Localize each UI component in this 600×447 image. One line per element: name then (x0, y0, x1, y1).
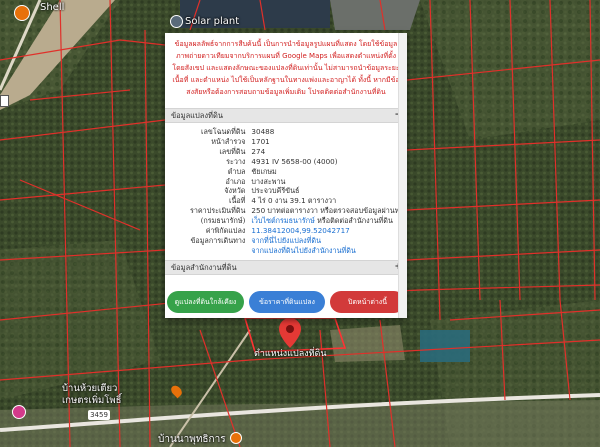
info-row: (กรมธนารักษ์) เว็บไซต์กรมธนารักษ์ หรือติด… (165, 216, 407, 226)
info-row: ตำบล ชัยเกษม (165, 167, 407, 177)
info-value: 1701 (251, 137, 407, 147)
info-key: หน้าสำรวจ (211, 136, 246, 146)
info-link[interactable]: 11.38412004,99.52042717 (251, 226, 349, 235)
info-value-text: บางสะพาน (251, 176, 286, 186)
info-link[interactable]: จากแปลงที่ดินไปยังสำนักงานที่ดิน (251, 246, 355, 255)
info-key: ราคาประเมินที่ดิน (189, 206, 246, 216)
route-shield: 3459 (88, 410, 110, 420)
solar-plant-label: Solar plant (185, 16, 240, 27)
village-label-1b: เกษตรเพิ่มโพธิ์ (62, 395, 122, 406)
land-office-title: ข้อมูลสำนักงานที่ดิน (171, 262, 237, 272)
parcel-info-title: ข้อมูลแปลงที่ดิน (171, 111, 223, 120)
info-row: เนื้อที่ 4 ไร่ 0 งาน 39.1 ตารางวา (165, 196, 407, 206)
info-value[interactable]: จากแปลงที่ดินไปยังสำนักงานที่ดิน (251, 246, 407, 256)
info-value: บางสะพาน (251, 177, 407, 187)
info-key: เลขโฉนดที่ดิน (200, 127, 246, 136)
info-value: 30488 (251, 127, 407, 137)
action-buttons: ดูแปลงที่ดินใกล้เคียง ข้อราคาที่ดินแปลง … (165, 291, 407, 318)
info-value[interactable]: จากที่นี่ไปยังแปลงที่ดิน (251, 236, 407, 246)
info-value-text: 4 ไร่ 0 งาน 39.1 ตารางวา (251, 196, 337, 206)
info-row: ค่าพิกัดแปลง 11.38412004,99.52042717 (165, 226, 407, 236)
info-key: เนื้อที่ (228, 196, 246, 206)
info-link[interactable]: เว็บไซต์กรมธนารักษ์ (251, 216, 314, 225)
info-row: จังหวัด ประจวบคีรีขันธ์ (165, 186, 407, 196)
parcel-info-header[interactable]: ข้อมูลแปลงที่ดิน − (165, 108, 407, 123)
info-key: ระวาง (226, 156, 246, 166)
shell-label: Shell (40, 2, 65, 13)
info-value: 4931 IV 5658-00 (4000) (251, 157, 407, 167)
info-value-text: 1701 (251, 136, 270, 146)
poi-icon[interactable] (12, 405, 26, 419)
popup-scrollbar[interactable] (398, 33, 407, 318)
info-value: 250 บาทต่อตารางวา หรือตรวจสอบข้อมูลผ่านท… (251, 206, 407, 216)
info-value-text: 250 บาทต่อตารางวา หรือตรวจสอบข้อมูลผ่านท… (251, 206, 407, 216)
info-value-text: ประจวบคีรีขันธ์ (251, 186, 300, 196)
info-row: เลขที่ดิน 274 (165, 147, 407, 157)
info-value: 274 (251, 147, 407, 157)
info-row: ข้อมูลการเดินทาง จากที่นี่ไปยังแปลงที่ดิน (165, 236, 407, 246)
info-row: จากแปลงที่ดินไปยังสำนักงานที่ดิน (165, 246, 407, 256)
parcel-info-popup: ข้อมูลผลลัพธ์จากการสืบค้นนี้ เป็นการนำข้… (165, 33, 407, 318)
info-key (165, 246, 251, 256)
info-value[interactable]: 11.38412004,99.52042717 (251, 226, 407, 236)
info-value-suffix: หรือติดต่อสำนักงานที่ดิน (314, 216, 393, 226)
close-window-button[interactable]: ปิดหน้าต่างนี้ (330, 291, 405, 313)
solar-plant-icon[interactable] (170, 15, 183, 28)
location-pin-icon[interactable] (279, 318, 301, 348)
info-value-text: 274 (251, 146, 266, 156)
info-row: ราคาประเมินที่ดิน 250 บาทต่อตารางวา หรือต… (165, 206, 407, 216)
info-key: ค่าพิกัดแปลง (205, 226, 246, 236)
info-key: จังหวัด (224, 186, 246, 196)
info-key: ข้อมูลการเดินทาง (190, 235, 246, 245)
nearby-parcels-button[interactable]: ดูแปลงที่ดินใกล้เคียง (167, 291, 244, 313)
land-price-button[interactable]: ข้อราคาที่ดินแปลง (249, 291, 325, 313)
info-row: ระวาง 4931 IV 5658-00 (4000) (165, 157, 407, 167)
info-value: 4 ไร่ 0 งาน 39.1 ตารางวา (251, 196, 407, 206)
land-office-header[interactable]: ข้อมูลสำนักงานที่ดิน + (165, 259, 407, 275)
info-row: หน้าสำรวจ 1701 (165, 137, 407, 147)
info-key: (กรมธนารักษ์) (200, 216, 246, 226)
info-key: ตำบล (227, 166, 246, 176)
info-value[interactable]: เว็บไซต์กรมธนารักษ์ หรือติดต่อสำนักงานที… (251, 216, 407, 226)
disclaimer-text: ข้อมูลผลลัพธ์จากการสืบค้นนี้ เป็นการนำข้… (172, 40, 400, 96)
info-value: ชัยเกษม (251, 167, 407, 177)
pin-label: ตำแหน่งแปลงที่ดิน (254, 349, 327, 359)
info-link[interactable]: จากที่นี่ไปยังแปลงที่ดิน (251, 236, 321, 245)
info-key: อำเภอ (225, 176, 246, 186)
info-row: เลขโฉนดที่ดิน 30488 (165, 127, 407, 137)
village-label-2: บ้านนาพุทธิการ (158, 434, 226, 445)
info-value: ประจวบคีรีขันธ์ (251, 186, 407, 196)
poi-icon-3[interactable] (230, 432, 242, 444)
info-value-text: ชัยเกษม (251, 166, 277, 176)
parcel-info-table: เลขโฉนดที่ดิน 30488 หน้าสำรวจ 1701 เลขที่ดิน… (165, 127, 407, 256)
info-value-text: 30488 (251, 127, 275, 136)
info-row: อำเภอ บางสะพาน (165, 177, 407, 187)
fuel-station-icon[interactable] (14, 5, 30, 21)
info-value-text: 4931 IV 5658-00 (4000) (251, 156, 338, 166)
poi-icon-2[interactable] (0, 95, 9, 107)
info-key: เลขที่ดิน (219, 146, 246, 156)
